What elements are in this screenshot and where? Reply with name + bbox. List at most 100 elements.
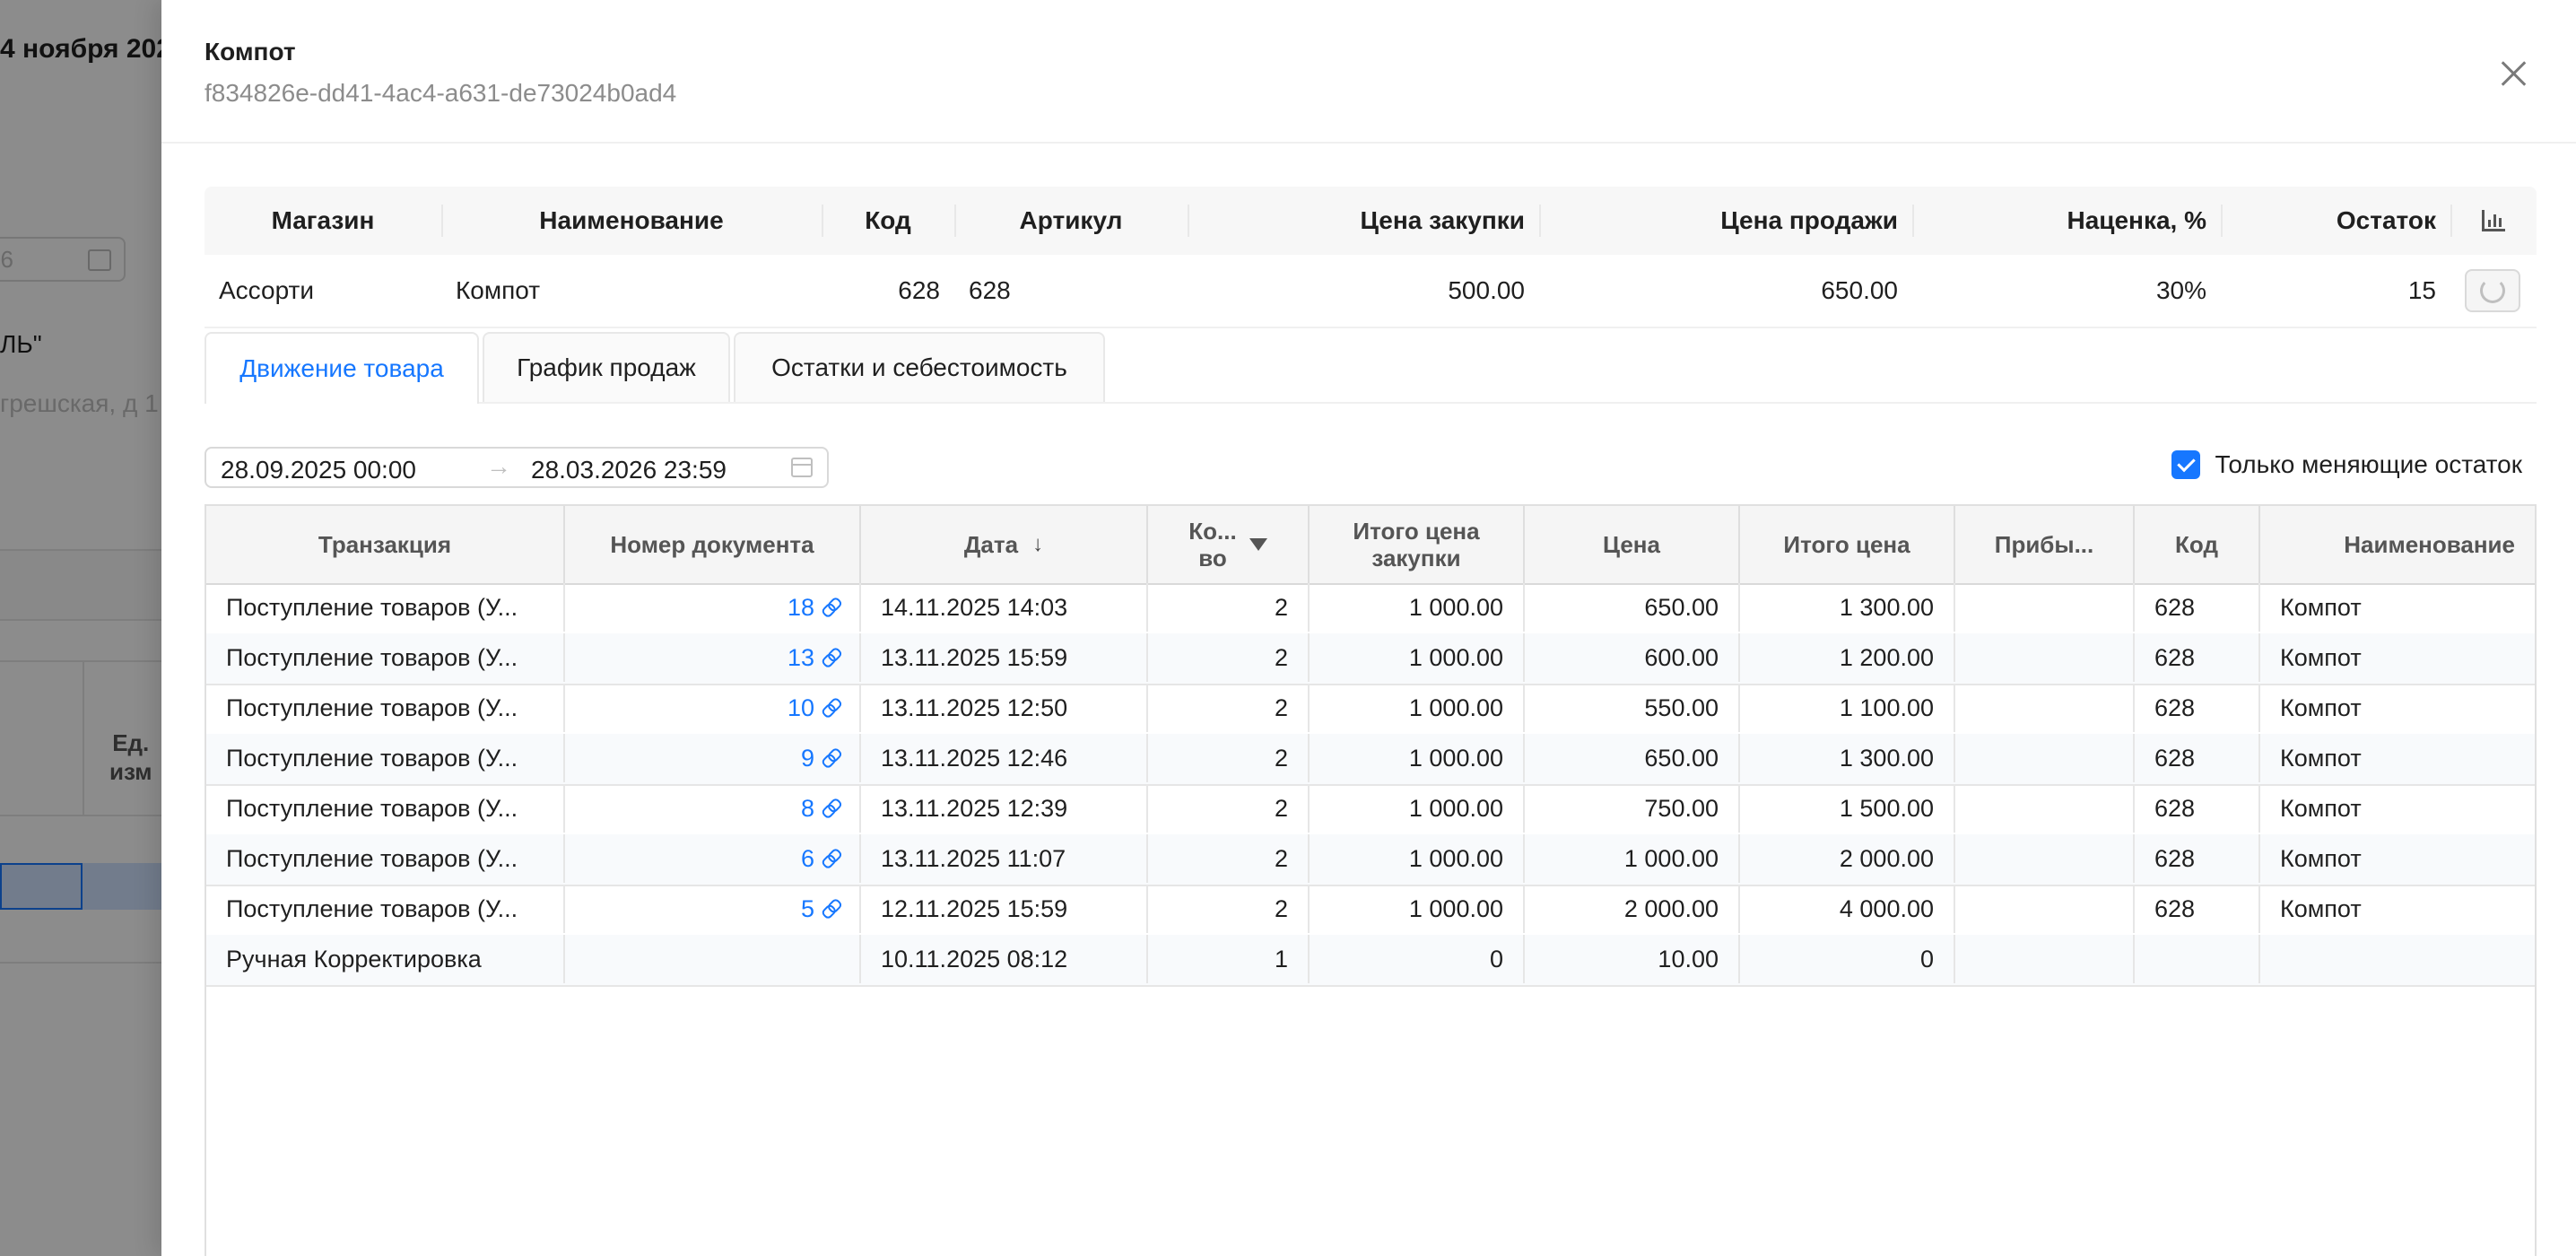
refresh-cell xyxy=(2450,255,2537,327)
date-range-picker[interactable]: 28.09.2025 00:00 → 28.03.2026 23:59 xyxy=(205,447,829,488)
table-row[interactable]: Поступление товаров (У... 6 13.11.2025 11:… xyxy=(206,834,2535,886)
cell-profit xyxy=(1955,633,2135,682)
col-header-qty[interactable]: Ко... во xyxy=(1148,506,1310,583)
tab-stock-cost[interactable]: Остатки и себестоимость xyxy=(734,332,1105,402)
cell-date: 14.11.2025 14:03 xyxy=(861,583,1148,632)
tab-movement[interactable]: Движение товара xyxy=(205,332,479,404)
cell-name: Компот xyxy=(2280,744,2362,772)
table-row[interactable]: Ручная Корректировка 10.11.2025 08:12 1 0 10… xyxy=(206,935,2535,987)
cell-transaction: Поступление товаров (У... xyxy=(206,583,565,632)
cell-doc: 10 xyxy=(565,684,861,732)
cell-total-price: 2 000.00 xyxy=(1740,834,1955,883)
summary-header-name: Наименование xyxy=(539,206,724,234)
col-header-profit[interactable]: Прибы... xyxy=(1955,506,2135,583)
cell-total-purchase: 1 000.00 xyxy=(1310,834,1525,883)
cell-total-purchase: 1 000.00 xyxy=(1310,684,1525,732)
document-link[interactable]: 9 xyxy=(801,745,840,772)
cell-doc: 8 xyxy=(565,784,861,833)
movement-grid: Транзакция Номер документа Дата ↓ Ко... в… xyxy=(205,504,2537,1256)
col-header-total-purchase-label: Итого цена закупки xyxy=(1353,518,1480,571)
table-row[interactable]: Поступление товаров (У... 5 12.11.2025 15:… xyxy=(206,885,2535,937)
document-link[interactable]: 8 xyxy=(801,795,840,823)
cell-profit xyxy=(1955,784,2135,833)
cell-total-purchase: 1 000.00 xyxy=(1310,784,1525,833)
product-drawer: Компот f834826e-dd41-4ac4-a631-de73024b0… xyxy=(161,0,2576,1256)
drawer-subtitle: f834826e-dd41-4ac4-a631-de73024b0ad4 xyxy=(205,79,677,107)
refresh-button[interactable] xyxy=(2465,269,2520,312)
cell-qty: 1 xyxy=(1148,935,1310,983)
cell-total-purchase: 1 000.00 xyxy=(1310,734,1525,782)
cell-total-purchase: 1 000.00 xyxy=(1310,633,1525,682)
cell-name: Компот xyxy=(2280,593,2362,621)
drawer-title: Компот xyxy=(205,38,296,65)
summary-row: Ассорти Компот 628 628 500.00 650.00 30%… xyxy=(205,255,2537,328)
link-icon xyxy=(818,746,843,771)
cell-total-price: 1 100.00 xyxy=(1740,684,1955,732)
document-link[interactable]: 10 xyxy=(788,694,840,722)
range-start-input[interactable]: 28.09.2025 00:00 xyxy=(221,456,416,484)
cell-price: 550.00 xyxy=(1525,684,1740,732)
cell-code: 628 xyxy=(2135,734,2260,782)
cell-doc xyxy=(565,935,861,983)
cell-profit xyxy=(1955,583,2135,632)
document-link[interactable]: 5 xyxy=(801,895,840,923)
cell-date: 13.11.2025 12:39 xyxy=(861,784,1148,833)
cell-code: 628 xyxy=(2135,885,2260,933)
cell-price: 650.00 xyxy=(1525,734,1740,782)
col-header-date[interactable]: Дата ↓ xyxy=(861,506,1148,583)
range-end-input[interactable]: 28.03.2026 23:59 xyxy=(531,456,727,484)
cell-total-price: 0 xyxy=(1740,935,1955,983)
filter-icon[interactable] xyxy=(1249,538,1267,551)
col-header-transaction[interactable]: Транзакция xyxy=(206,506,565,583)
col-header-doc[interactable]: Номер документа xyxy=(565,506,861,583)
table-row[interactable]: Поступление товаров (У... 9 13.11.2025 12:… xyxy=(206,734,2535,786)
document-link[interactable]: 13 xyxy=(788,644,840,672)
table-row[interactable]: Поступление товаров (У... 8 13.11.2025 12:… xyxy=(206,784,2535,836)
col-header-code[interactable]: Код xyxy=(2135,506,2260,583)
col-header-price[interactable]: Цена xyxy=(1525,506,1740,583)
cell-name xyxy=(2260,935,2535,983)
chart-button[interactable] xyxy=(2450,187,2537,255)
cell-doc: 6 xyxy=(565,834,861,883)
cell-date: 13.11.2025 12:50 xyxy=(861,684,1148,732)
col-header-total-price[interactable]: Итого цена xyxy=(1740,506,1955,583)
cell-price: 10.00 xyxy=(1525,935,1740,983)
summary-sale-price: 650.00 xyxy=(1821,276,1898,304)
cell-qty: 2 xyxy=(1148,633,1310,682)
cell-total-price: 1 500.00 xyxy=(1740,784,1955,833)
close-icon[interactable] xyxy=(2493,54,2533,93)
cell-profit xyxy=(1955,935,2135,983)
cell-doc: 13 xyxy=(565,633,861,682)
cell-transaction: Поступление товаров (У... xyxy=(206,784,565,833)
link-icon xyxy=(818,645,843,670)
table-row[interactable]: Поступление товаров (У... 18 14.11.2025 14… xyxy=(206,583,2535,635)
cell-date: 13.11.2025 12:46 xyxy=(861,734,1148,782)
table-row[interactable]: Поступление товаров (У... 10 13.11.2025 12… xyxy=(206,684,2535,736)
only-changing-toggle[interactable]: Только меняющие остаток xyxy=(2171,450,2522,479)
document-number: 10 xyxy=(787,693,814,721)
cell-profit xyxy=(1955,885,2135,933)
col-header-name[interactable]: Наименование xyxy=(2260,506,2535,583)
cell-transaction: Поступление товаров (У... xyxy=(206,834,565,883)
document-link[interactable]: 6 xyxy=(801,845,840,873)
cell-date: 12.11.2025 15:59 xyxy=(861,885,1148,933)
cell-price: 600.00 xyxy=(1525,633,1740,682)
sort-desc-icon[interactable]: ↓ xyxy=(1032,531,1043,558)
col-header-total-purchase[interactable]: Итого цена закупки xyxy=(1310,506,1525,583)
document-link[interactable]: 18 xyxy=(788,594,840,622)
checkbox-checked-icon[interactable] xyxy=(2171,450,2201,479)
cell-qty: 2 xyxy=(1148,885,1310,933)
calendar-icon[interactable] xyxy=(791,458,813,477)
cell-qty: 2 xyxy=(1148,834,1310,883)
cell-code: 628 xyxy=(2135,684,2260,732)
cell-price: 1 000.00 xyxy=(1525,834,1740,883)
cell-total-price: 1 200.00 xyxy=(1740,633,1955,682)
cell-transaction: Поступление товаров (У... xyxy=(206,734,565,782)
tab-sales-chart[interactable]: График продаж xyxy=(483,332,730,402)
summary-header-purchase-price: Цена закупки xyxy=(1360,206,1525,234)
document-number: 6 xyxy=(800,844,814,872)
summary-article: 628 xyxy=(969,276,1011,304)
table-row[interactable]: Поступление товаров (У... 13 13.11.2025 15… xyxy=(206,633,2535,685)
summary-name: Компот xyxy=(456,276,541,304)
cell-name: Компот xyxy=(2280,794,2362,822)
